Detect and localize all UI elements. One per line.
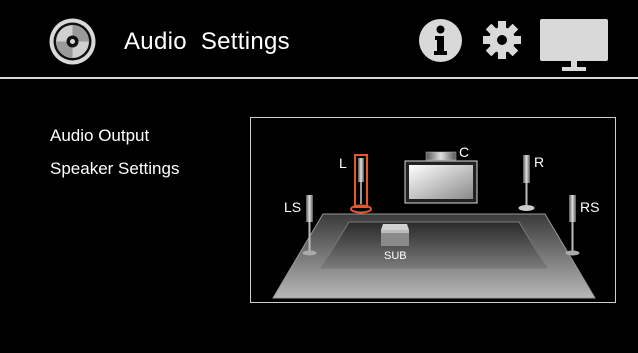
tv-screen: [404, 160, 478, 204]
page-title: Audio Settings: [124, 28, 290, 55]
disc-icon: [49, 18, 96, 65]
speaker-front-left[interactable]: [350, 154, 372, 214]
speaker-layout-panel: L C R LS RS SUB: [250, 117, 616, 303]
gear-icon[interactable]: [480, 18, 524, 62]
sidebar-item-speaker-settings[interactable]: Speaker Settings: [50, 159, 179, 179]
sidebar-item-audio-output[interactable]: Audio Output: [50, 126, 179, 146]
speaker-label-ls: LS: [284, 199, 302, 215]
info-icon[interactable]: [418, 18, 463, 63]
room-inner-floor: [320, 221, 548, 269]
speaker-label-l: L: [339, 155, 347, 171]
speaker-room-diagram: [272, 151, 596, 299]
speaker-label-sub: SUB: [384, 250, 407, 262]
speaker-surround-right[interactable]: [565, 195, 580, 256]
sidebar-menu: Audio Output Speaker Settings: [50, 126, 179, 192]
display-icon[interactable]: [538, 17, 610, 73]
speaker-label-rs: RS: [580, 199, 600, 215]
speaker-label-c: C: [459, 144, 470, 160]
speaker-label-r: R: [534, 154, 545, 170]
header-bar: Audio Settings: [0, 0, 638, 79]
speaker-center[interactable]: [425, 151, 457, 161]
speaker-subwoofer[interactable]: [381, 224, 409, 246]
speaker-front-right[interactable]: [518, 155, 535, 211]
